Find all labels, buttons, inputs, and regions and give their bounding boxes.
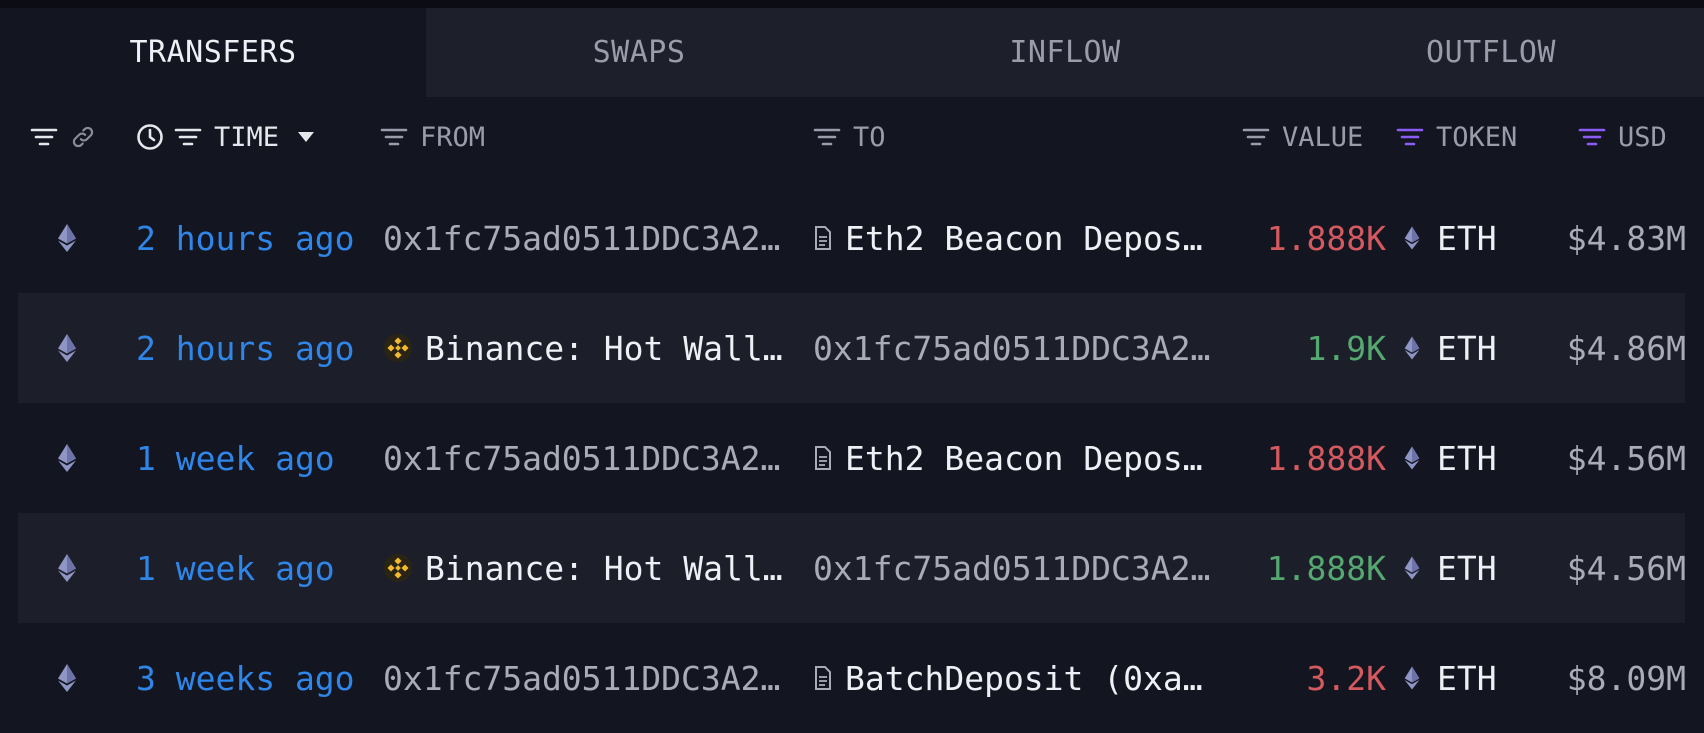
table-row[interactable]: 1 week ago Binance: Hot Wall… 0x1fc75ad051… <box>18 513 1686 623</box>
value-filter-icon[interactable] <box>1242 126 1270 148</box>
time-cell[interactable]: 1 week ago <box>136 513 376 623</box>
time-link[interactable]: 1 week ago <box>136 549 335 588</box>
tab-swaps[interactable]: SWAPS <box>426 8 852 97</box>
token-filter-icon[interactable] <box>1396 126 1424 148</box>
usd-amount: $4.56M <box>1566 548 1686 588</box>
usd-cell: $4.83M <box>1468 183 1686 293</box>
usd-filter-icon[interactable] <box>1578 126 1606 148</box>
ethereum-icon <box>1403 555 1421 581</box>
usd-cell: $8.09M <box>1468 623 1686 733</box>
time-cell[interactable]: 2 hours ago <box>136 293 376 403</box>
token-label: TOKEN <box>1436 121 1518 153</box>
sort-desc-icon[interactable] <box>297 131 315 143</box>
usd-amount: $8.09M <box>1566 658 1686 698</box>
value-amount: 1.888K <box>1266 218 1386 258</box>
from-cell[interactable]: 0x1fc75ad0511DDC3A2… <box>383 183 803 293</box>
from-cell[interactable]: Binance: Hot Wall… <box>383 513 803 623</box>
chain-cell <box>56 513 96 623</box>
contract-icon <box>813 445 833 471</box>
table-row[interactable]: 2 hours ago 0x1fc75ad0511DDC3A2… Eth2 Beac… <box>18 183 1686 293</box>
time-link[interactable]: 1 week ago <box>136 439 335 478</box>
value-cell: 1.888K <box>1118 183 1386 293</box>
contract-icon <box>813 225 833 251</box>
link-icon[interactable] <box>70 97 96 177</box>
value-amount: 1.888K <box>1266 548 1386 588</box>
table-row[interactable]: 3 weeks ago 0x1fc75ad0511DDC3A2… BatchDepo… <box>18 623 1686 733</box>
usd-cell: $4.86M <box>1468 293 1686 403</box>
usd-amount: $4.56M <box>1566 438 1686 478</box>
clock-icon <box>136 123 164 151</box>
from-address[interactable]: Binance: Hot Wall… <box>425 329 783 368</box>
from-address[interactable]: 0x1fc75ad0511DDC3A2… <box>383 439 780 478</box>
ethereum-icon <box>56 223 78 253</box>
tab-bar: TRANSFERS SWAPS INFLOW OUTFLOW <box>0 8 1704 97</box>
chain-cell <box>56 183 96 293</box>
time-cell[interactable]: 3 weeks ago <box>136 623 376 733</box>
value-cell: 1.888K <box>1118 403 1386 513</box>
to-column-header[interactable]: TO <box>813 97 886 177</box>
from-label: FROM <box>420 121 486 153</box>
tab-transfers[interactable]: TRANSFERS <box>0 8 426 97</box>
from-address[interactable]: Binance: Hot Wall… <box>425 549 783 588</box>
usd-amount: $4.86M <box>1566 328 1686 368</box>
ethereum-icon <box>56 663 78 693</box>
time-label: TIME <box>214 121 280 153</box>
value-cell: 1.888K <box>1118 513 1386 623</box>
from-address[interactable]: 0x1fc75ad0511DDC3A2… <box>383 219 780 258</box>
chain-cell <box>56 403 96 513</box>
to-filter-icon[interactable] <box>813 126 841 148</box>
contract-icon <box>813 665 833 691</box>
value-column-header[interactable]: VALUE <box>1242 97 1363 177</box>
top-edge <box>0 0 1704 8</box>
from-cell[interactable]: 0x1fc75ad0511DDC3A2… <box>383 403 803 513</box>
time-link[interactable]: 3 weeks ago <box>136 659 355 698</box>
usd-cell: $4.56M <box>1468 513 1686 623</box>
usd-column-header[interactable]: USD <box>1578 97 1667 177</box>
ethereum-icon <box>56 443 78 473</box>
chain-cell <box>56 623 96 733</box>
usd-cell: $4.56M <box>1468 403 1686 513</box>
value-amount: 1.888K <box>1266 438 1386 478</box>
from-cell[interactable]: 0x1fc75ad0511DDC3A2… <box>383 623 803 733</box>
from-filter-icon[interactable] <box>380 126 408 148</box>
time-link[interactable]: 2 hours ago <box>136 329 355 368</box>
token-column-header[interactable]: TOKEN <box>1396 97 1517 177</box>
from-address[interactable]: 0x1fc75ad0511DDC3A2… <box>383 659 780 698</box>
time-cell[interactable]: 2 hours ago <box>136 183 376 293</box>
tab-outflow[interactable]: OUTFLOW <box>1278 8 1704 97</box>
ethereum-icon <box>1403 225 1421 251</box>
value-amount: 1.9K <box>1306 328 1386 368</box>
ethereum-icon <box>1403 445 1421 471</box>
value-label: VALUE <box>1282 121 1364 153</box>
tab-inflow[interactable]: INFLOW <box>852 8 1278 97</box>
usd-amount: $4.83M <box>1566 218 1686 258</box>
from-cell[interactable]: Binance: Hot Wall… <box>383 293 803 403</box>
ethereum-icon <box>56 553 78 583</box>
chain-cell <box>56 293 96 403</box>
table-row[interactable]: 2 hours ago Binance: Hot Wall… 0x1fc75ad05… <box>18 293 1686 403</box>
table-header: TIME FROM TO VALUE TOKEN USD <box>0 97 1704 177</box>
to-label: TO <box>853 121 886 153</box>
filter-icon[interactable] <box>30 97 58 177</box>
ethereum-icon <box>1403 335 1421 361</box>
usd-label: USD <box>1618 121 1667 153</box>
binance-icon <box>383 553 413 583</box>
time-column-header[interactable]: TIME <box>136 97 315 177</box>
value-amount: 3.2K <box>1306 658 1386 698</box>
binance-icon <box>383 333 413 363</box>
time-cell[interactable]: 1 week ago <box>136 403 376 513</box>
from-column-header[interactable]: FROM <box>380 97 485 177</box>
table-row[interactable]: 1 week ago 0x1fc75ad0511DDC3A2… Eth2 Beaco… <box>18 403 1686 513</box>
time-filter-icon[interactable] <box>174 126 202 148</box>
ethereum-icon <box>56 333 78 363</box>
value-cell: 3.2K <box>1118 623 1386 733</box>
ethereum-icon <box>1403 665 1421 691</box>
value-cell: 1.9K <box>1118 293 1386 403</box>
time-link[interactable]: 2 hours ago <box>136 219 355 258</box>
